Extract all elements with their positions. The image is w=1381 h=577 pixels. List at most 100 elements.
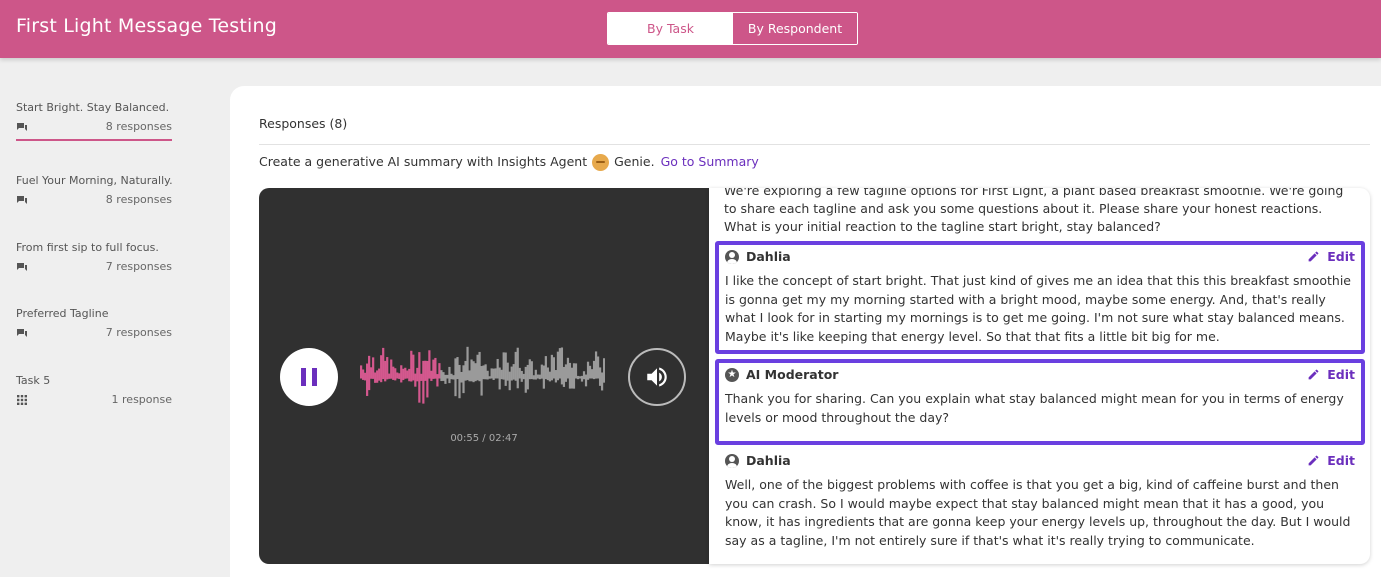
waveform-bar (550, 354, 553, 381)
waveform-bar (458, 364, 461, 399)
waveform-bar (372, 357, 375, 379)
sidebar-task-4[interactable]: Preferred Tagline 7 responses (16, 307, 172, 347)
waveform-bar (562, 366, 566, 387)
waveform-bar (516, 347, 519, 389)
waveform-bar (582, 371, 586, 380)
genie-label: Genie. (614, 154, 655, 169)
task-name: Task 5 (16, 374, 51, 387)
waveform-bar (468, 370, 471, 382)
sidebar-task-5[interactable]: Task 5 1 response (16, 374, 172, 414)
task-response-count: 7 responses (105, 326, 172, 339)
waveform-bar (436, 374, 439, 387)
ai-summary-prompt: Create a generative AI summary with Insi… (259, 153, 759, 171)
speaker: Dahlia (725, 249, 791, 264)
waveform-bar (548, 371, 551, 382)
waveform-bar (380, 355, 383, 383)
volume-icon (647, 367, 667, 387)
waveform-bar (462, 365, 465, 394)
waveform-bar (486, 370, 489, 380)
waveform-bar (438, 363, 441, 379)
waveform-bar (446, 374, 449, 379)
waveform-bar (574, 363, 578, 379)
waveform-bar (452, 375, 455, 380)
waveform-bar (484, 364, 487, 380)
waveform-bar (386, 357, 389, 380)
waveform-bar (450, 373, 453, 380)
waveform-bar (554, 370, 558, 383)
waveform-bar (470, 359, 473, 382)
speaker: Dahlia (725, 453, 791, 468)
waveform-bar (474, 363, 477, 382)
waveform-bar (540, 364, 543, 379)
ai-summary-text: Create a generative AI summary with Insi… (259, 154, 588, 169)
waveform-bar (412, 354, 415, 381)
sidebar-task-1[interactable]: Start Bright. Stay Balanced. 8 responses (16, 101, 172, 141)
volume-button[interactable] (628, 348, 686, 406)
waveform-bar (568, 362, 572, 389)
by-task-tab[interactable]: By Task (608, 13, 733, 44)
waveform-bar (396, 372, 399, 379)
waveform-bar (496, 358, 499, 379)
task-name: Fuel Your Morning, Naturally. (16, 174, 173, 187)
transcript-message: Dahlia Edit I like the concept of start … (715, 241, 1365, 354)
sidebar-task-3[interactable]: From first sip to full focus. 7 response… (16, 241, 172, 281)
waveform-bar (596, 356, 600, 379)
waveform-bar (588, 365, 592, 379)
transcript-panel[interactable]: We're exploring a few tagline options fo… (709, 188, 1370, 564)
waveform-bar (552, 357, 555, 379)
waveform-bar (522, 373, 525, 380)
pause-button[interactable] (280, 348, 338, 406)
waveform-bar (392, 366, 395, 380)
waveform-bar (444, 374, 447, 384)
waveform-bar (456, 357, 459, 380)
transcript-message: Dahlia Edit Well, one of the biggest pro… (715, 449, 1365, 564)
view-toggle: By Task By Respondent (607, 12, 858, 45)
waveform-bar (600, 372, 604, 391)
audio-waveform[interactable] (360, 335, 605, 411)
by-respondent-tab[interactable]: By Respondent (733, 13, 857, 44)
sidebar-task-2[interactable]: Fuel Your Morning, Naturally. 8 response… (16, 174, 173, 214)
waveform-bar (366, 363, 369, 396)
task-response-count: 8 responses (105, 193, 172, 206)
waveform-bar (570, 367, 574, 389)
waveform-bar (578, 376, 582, 379)
pencil-icon (1308, 369, 1319, 380)
speaker-name: Dahlia (746, 249, 791, 264)
go-to-summary-link[interactable]: Go to Summary (661, 154, 759, 169)
edit-label: Edit (1327, 453, 1355, 468)
waveform-bar (398, 373, 401, 379)
waveform-bar (442, 372, 445, 381)
waveform-bar (566, 357, 570, 379)
waveform-bar (602, 358, 605, 383)
waveform-bar (464, 360, 467, 381)
waveform-bar (526, 364, 529, 390)
edit-button[interactable]: Edit (1307, 367, 1355, 382)
person-icon (725, 453, 739, 468)
waveform-bar (586, 361, 590, 380)
task-name: Start Bright. Stay Balanced. (16, 101, 170, 114)
task-name: From first sip to full focus. (16, 241, 159, 254)
waveform-bar (388, 373, 391, 379)
waveform-bar (514, 351, 517, 381)
waveform-bar (558, 348, 562, 379)
waveform-bar (416, 367, 419, 382)
message-text: I like the concept of start bright. That… (725, 273, 1352, 344)
edit-button[interactable]: Edit (1307, 249, 1355, 264)
waveform-bar (364, 372, 367, 381)
waveform-bar (428, 350, 431, 379)
waveform-bar (378, 368, 381, 381)
pencil-icon (1308, 455, 1319, 466)
waveform-bar (592, 360, 596, 380)
waveform-bar (560, 347, 564, 385)
pause-icon (301, 368, 306, 386)
waveform-bar (476, 354, 479, 381)
waveform-bar (466, 346, 469, 381)
edit-button[interactable]: Edit (1307, 453, 1355, 468)
waveform-bar (572, 363, 576, 389)
waveform-bar (430, 370, 433, 381)
waveform-bar (382, 347, 385, 380)
waveform-bar (404, 367, 407, 379)
waveform-bar (534, 369, 537, 380)
waveform-bar (478, 351, 481, 382)
task-response-count: 1 response (111, 393, 172, 406)
